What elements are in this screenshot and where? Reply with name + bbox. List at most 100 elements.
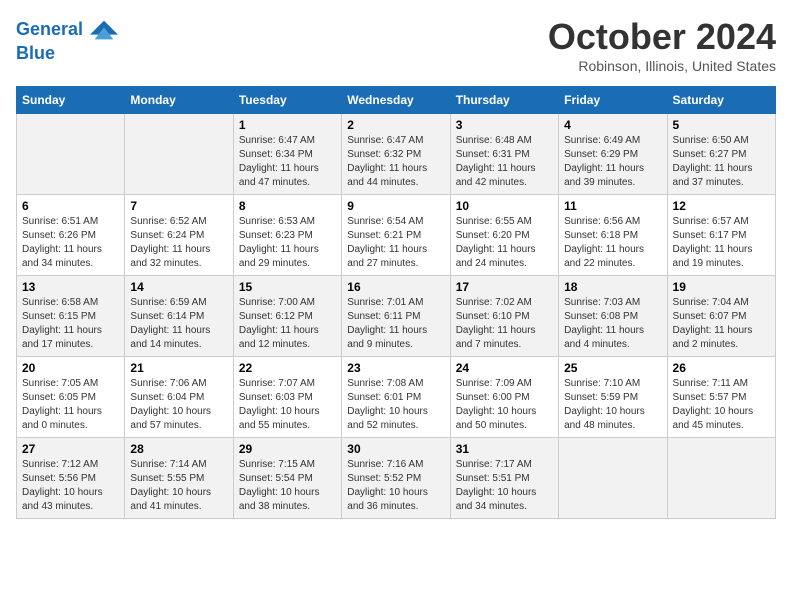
day-info: Sunrise: 7:14 AMSunset: 5:55 PMDaylight:…: [130, 458, 227, 514]
day-number: 24: [456, 361, 553, 375]
day-cell: 10 Sunrise: 6:55 AMSunset: 6:20 PMDayligh…: [450, 195, 558, 276]
day-info: Sunrise: 6:51 AMSunset: 6:26 PMDaylight:…: [22, 215, 119, 271]
day-cell: 27 Sunrise: 7:12 AMSunset: 5:56 PMDayligh…: [17, 438, 125, 519]
day-cell: 1Sunrise: 6:47 AMSunset: 6:34 PMDaylight…: [233, 114, 341, 195]
day-number: 10: [456, 199, 553, 213]
day-info: Sunrise: 7:02 AMSunset: 6:10 PMDaylight:…: [456, 296, 553, 352]
day-cell: 31 Sunrise: 7:17 AMSunset: 5:51 PMDayligh…: [450, 438, 558, 519]
day-info: Sunrise: 7:10 AMSunset: 5:59 PMDaylight:…: [564, 377, 661, 433]
day-cell: 30 Sunrise: 7:16 AMSunset: 5:52 PMDayligh…: [342, 438, 450, 519]
day-cell: 5 Sunrise: 6:50 AMSunset: 6:27 PMDaylight…: [667, 114, 775, 195]
week-row-2: 6 Sunrise: 6:51 AMSunset: 6:26 PMDaylight…: [17, 195, 776, 276]
day-cell: 9 Sunrise: 6:54 AMSunset: 6:21 PMDaylight…: [342, 195, 450, 276]
day-cell: [17, 114, 125, 195]
day-number: 11: [564, 199, 661, 213]
day-number: 3: [456, 118, 553, 132]
title-block: October 2024 Robinson, Illinois, United …: [548, 16, 776, 74]
day-cell: 17Sunrise: 7:02 AMSunset: 6:10 PMDayligh…: [450, 276, 558, 357]
day-cell: 13Sunrise: 6:58 AMSunset: 6:15 PMDayligh…: [17, 276, 125, 357]
day-cell: [559, 438, 667, 519]
day-cell: 28 Sunrise: 7:14 AMSunset: 5:55 PMDayligh…: [125, 438, 233, 519]
day-info: Sunrise: 7:16 AMSunset: 5:52 PMDaylight:…: [347, 458, 444, 514]
day-number: 16: [347, 280, 444, 294]
day-number: 2: [347, 118, 444, 132]
day-number: 5: [673, 118, 770, 132]
day-info: Sunrise: 7:17 AMSunset: 5:51 PMDaylight:…: [456, 458, 553, 514]
day-info: Sunrise: 7:11 AMSunset: 5:57 PMDaylight:…: [673, 377, 770, 433]
day-cell: 23 Sunrise: 7:08 AMSunset: 6:01 PMDayligh…: [342, 357, 450, 438]
day-number: 13: [22, 280, 119, 294]
day-number: 25: [564, 361, 661, 375]
week-row-1: 1Sunrise: 6:47 AMSunset: 6:34 PMDaylight…: [17, 114, 776, 195]
day-cell: 8 Sunrise: 6:53 AMSunset: 6:23 PMDaylight…: [233, 195, 341, 276]
weekday-header-monday: Monday: [125, 87, 233, 114]
weekday-header-wednesday: Wednesday: [342, 87, 450, 114]
day-info: Sunrise: 7:06 AMSunset: 6:04 PMDaylight:…: [130, 377, 227, 433]
day-info: Sunrise: 6:50 AMSunset: 6:27 PMDaylight:…: [673, 134, 770, 190]
day-cell: 20 Sunrise: 7:05 AMSunset: 6:05 PMDayligh…: [17, 357, 125, 438]
day-cell: 29Sunrise: 7:15 AMSunset: 5:54 PMDayligh…: [233, 438, 341, 519]
day-info: Sunrise: 6:55 AMSunset: 6:20 PMDaylight:…: [456, 215, 553, 271]
day-cell: 3Sunrise: 6:48 AMSunset: 6:31 PMDaylight…: [450, 114, 558, 195]
day-info: Sunrise: 7:04 AMSunset: 6:07 PMDaylight:…: [673, 296, 770, 352]
day-number: 31: [456, 442, 553, 456]
day-number: 22: [239, 361, 336, 375]
day-info: Sunrise: 7:05 AMSunset: 6:05 PMDaylight:…: [22, 377, 119, 433]
day-number: 14: [130, 280, 227, 294]
day-number: 19: [673, 280, 770, 294]
day-info: Sunrise: 6:56 AMSunset: 6:18 PMDaylight:…: [564, 215, 661, 271]
logo-text: General: [16, 16, 118, 44]
day-info: Sunrise: 6:59 AMSunset: 6:14 PMDaylight:…: [130, 296, 227, 352]
logo: General Blue: [16, 16, 118, 64]
day-number: 27: [22, 442, 119, 456]
day-cell: 14 Sunrise: 6:59 AMSunset: 6:14 PMDayligh…: [125, 276, 233, 357]
day-info: Sunrise: 7:07 AMSunset: 6:03 PMDaylight:…: [239, 377, 336, 433]
day-cell: 7Sunrise: 6:52 AMSunset: 6:24 PMDaylight…: [125, 195, 233, 276]
day-cell: [667, 438, 775, 519]
day-number: 1: [239, 118, 336, 132]
day-cell: 2 Sunrise: 6:47 AMSunset: 6:32 PMDaylight…: [342, 114, 450, 195]
day-cell: 15Sunrise: 7:00 AMSunset: 6:12 PMDayligh…: [233, 276, 341, 357]
day-cell: 19 Sunrise: 7:04 AMSunset: 6:07 PMDayligh…: [667, 276, 775, 357]
day-number: 20: [22, 361, 119, 375]
day-number: 9: [347, 199, 444, 213]
day-number: 23: [347, 361, 444, 375]
weekday-header-sunday: Sunday: [17, 87, 125, 114]
week-row-5: 27 Sunrise: 7:12 AMSunset: 5:56 PMDayligh…: [17, 438, 776, 519]
day-cell: 26 Sunrise: 7:11 AMSunset: 5:57 PMDayligh…: [667, 357, 775, 438]
day-info: Sunrise: 7:01 AMSunset: 6:11 PMDaylight:…: [347, 296, 444, 352]
day-number: 28: [130, 442, 227, 456]
weekday-header-friday: Friday: [559, 87, 667, 114]
day-info: Sunrise: 7:15 AMSunset: 5:54 PMDaylight:…: [239, 458, 336, 514]
day-number: 18: [564, 280, 661, 294]
day-cell: 24Sunrise: 7:09 AMSunset: 6:00 PMDayligh…: [450, 357, 558, 438]
day-info: Sunrise: 7:12 AMSunset: 5:56 PMDaylight:…: [22, 458, 119, 514]
weekday-header-tuesday: Tuesday: [233, 87, 341, 114]
day-cell: 21 Sunrise: 7:06 AMSunset: 6:04 PMDayligh…: [125, 357, 233, 438]
day-number: 21: [130, 361, 227, 375]
calendar-table: SundayMondayTuesdayWednesdayThursdayFrid…: [16, 86, 776, 519]
day-info: Sunrise: 6:54 AMSunset: 6:21 PMDaylight:…: [347, 215, 444, 271]
weekday-header-saturday: Saturday: [667, 87, 775, 114]
day-cell: 12Sunrise: 6:57 AMSunset: 6:17 PMDayligh…: [667, 195, 775, 276]
day-number: 8: [239, 199, 336, 213]
day-cell: 18 Sunrise: 7:03 AMSunset: 6:08 PMDayligh…: [559, 276, 667, 357]
day-number: 15: [239, 280, 336, 294]
week-row-4: 20 Sunrise: 7:05 AMSunset: 6:05 PMDayligh…: [17, 357, 776, 438]
day-info: Sunrise: 6:53 AMSunset: 6:23 PMDaylight:…: [239, 215, 336, 271]
day-number: 12: [673, 199, 770, 213]
page-header: General Blue October 2024 Robinson, Illi…: [16, 16, 776, 74]
day-number: 6: [22, 199, 119, 213]
day-cell: 16 Sunrise: 7:01 AMSunset: 6:11 PMDayligh…: [342, 276, 450, 357]
day-info: Sunrise: 7:08 AMSunset: 6:01 PMDaylight:…: [347, 377, 444, 433]
day-number: 26: [673, 361, 770, 375]
day-cell: 11 Sunrise: 6:56 AMSunset: 6:18 PMDayligh…: [559, 195, 667, 276]
day-info: Sunrise: 6:49 AMSunset: 6:29 PMDaylight:…: [564, 134, 661, 190]
day-info: Sunrise: 6:47 AMSunset: 6:32 PMDaylight:…: [347, 134, 444, 190]
day-cell: 4 Sunrise: 6:49 AMSunset: 6:29 PMDaylight…: [559, 114, 667, 195]
day-number: 30: [347, 442, 444, 456]
weekday-header-row: SundayMondayTuesdayWednesdayThursdayFrid…: [17, 87, 776, 114]
day-number: 4: [564, 118, 661, 132]
day-cell: 6 Sunrise: 6:51 AMSunset: 6:26 PMDaylight…: [17, 195, 125, 276]
day-info: Sunrise: 7:03 AMSunset: 6:08 PMDaylight:…: [564, 296, 661, 352]
